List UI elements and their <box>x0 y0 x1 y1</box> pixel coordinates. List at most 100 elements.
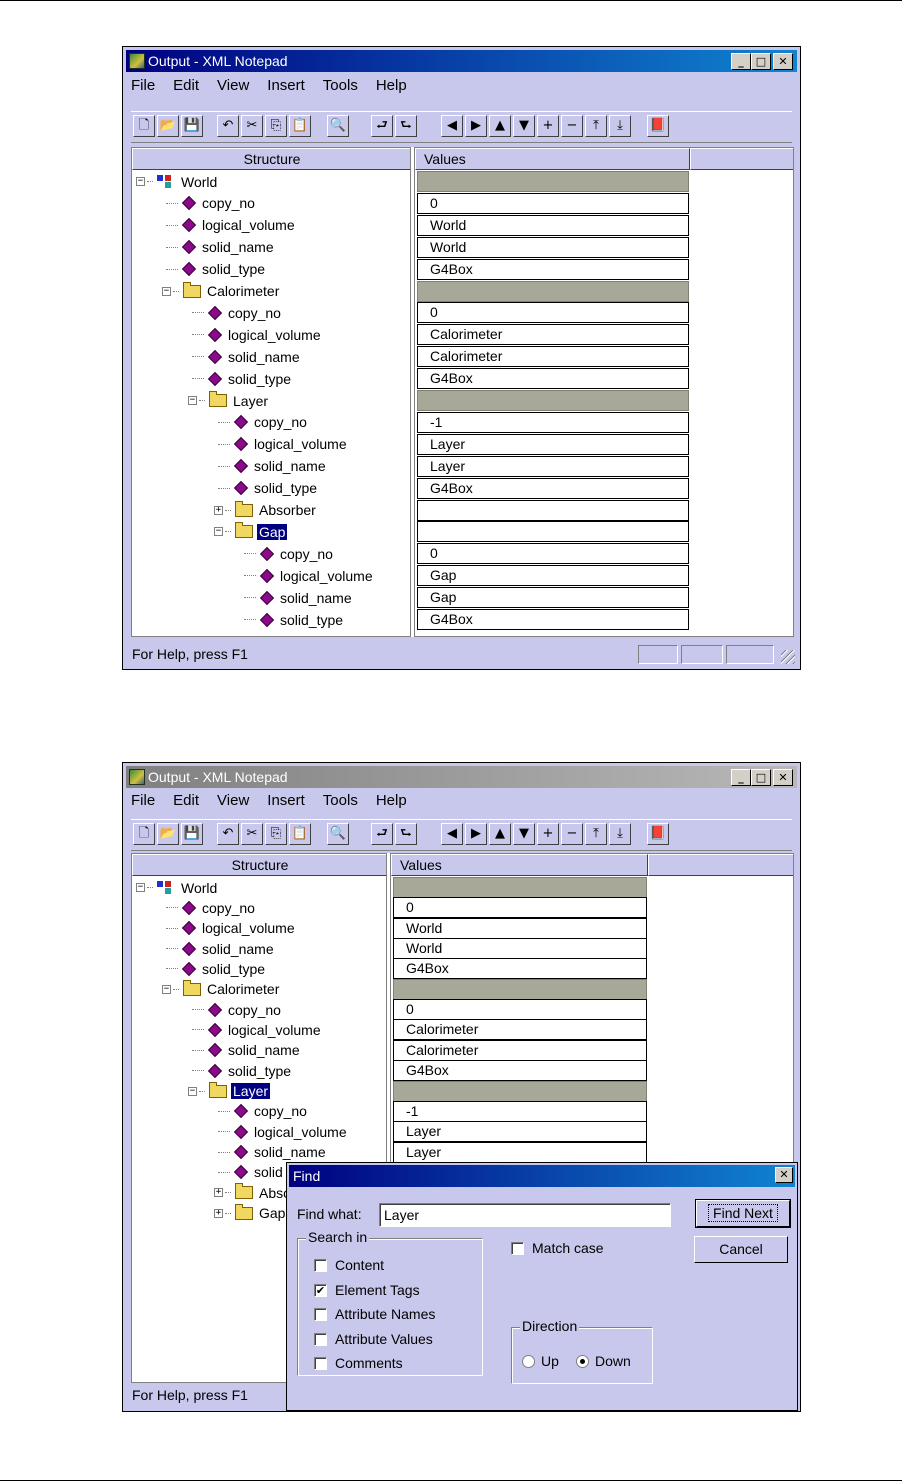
tree-row[interactable]: − Gap <box>214 521 288 542</box>
minimize-button[interactable]: _ <box>731 769 751 786</box>
element-tags-checkbox-box[interactable]: ✔ <box>314 1283 327 1297</box>
attribute-names-checkbox[interactable]: Attribute Names <box>314 1306 435 1322</box>
menu-tools[interactable]: Tools <box>323 77 358 94</box>
find-dialog-close-button[interactable]: ✕ <box>775 1167 793 1183</box>
value-cell[interactable]: -1 <box>417 411 689 433</box>
tree-row[interactable]: logical_volume <box>162 215 297 236</box>
values-column-header[interactable]: Values <box>415 148 690 170</box>
value-cell[interactable]: Calorimeter <box>393 1039 647 1061</box>
find-icon[interactable]: 🔍 <box>327 823 349 845</box>
open-icon[interactable]: 📂 <box>157 823 179 845</box>
down-radio-dot[interactable] <box>576 1354 589 1368</box>
top-align-icon[interactable]: ⤒ <box>585 115 607 137</box>
value-cell[interactable] <box>417 390 689 411</box>
value-cell[interactable] <box>393 877 647 898</box>
attribute-names-checkbox-box[interactable] <box>314 1307 327 1321</box>
tree-row[interactable]: copy_no <box>214 1101 309 1122</box>
menu-file[interactable]: File <box>131 792 155 809</box>
collapse-icon[interactable]: − <box>561 823 583 845</box>
menu-help[interactable]: Help <box>376 77 407 94</box>
extra-column-header[interactable] <box>648 854 793 876</box>
expand-node-icon[interactable]: + <box>214 1208 223 1218</box>
value-cell[interactable]: World <box>417 236 689 258</box>
undo-icon[interactable]: ↶ <box>217 115 239 137</box>
menu-help[interactable]: Help <box>376 792 407 809</box>
value-cell[interactable]: G4Box <box>417 609 689 630</box>
structure-column-header[interactable]: Structure <box>132 854 386 876</box>
collapse-node-icon[interactable]: − <box>214 527 223 537</box>
direction-up-radio[interactable]: Up <box>522 1353 559 1369</box>
move-right-icon[interactable]: ▶ <box>465 115 487 137</box>
menu-insert[interactable]: Insert <box>267 792 305 809</box>
tree-row[interactable]: − Layer <box>188 390 270 411</box>
menu-view[interactable]: View <box>217 77 249 94</box>
value-cell[interactable]: World <box>393 938 647 960</box>
collapse-node-icon[interactable]: − <box>188 1086 197 1096</box>
value-cell[interactable]: G4Box <box>393 958 647 980</box>
tree-row[interactable]: logical_volume <box>240 565 375 586</box>
tree-row[interactable]: logical_volume <box>188 1019 323 1040</box>
tree-row[interactable]: + Abso <box>214 1182 293 1203</box>
close-button[interactable]: ✕ <box>773 769 793 786</box>
insert-element-icon[interactable]: ⮐ <box>371 115 393 137</box>
value-cell[interactable]: G4Box <box>393 1060 647 1082</box>
values-pane[interactable]: Values 0 World World G4Box 0 Calorimeter Calor… <box>414 147 794 637</box>
xml-notepad-app-icon[interactable] <box>129 53 145 69</box>
expand-icon[interactable]: + <box>537 115 559 137</box>
cut-icon[interactable]: ✂ <box>241 823 263 845</box>
tree-row[interactable]: logical_volume <box>162 918 297 939</box>
tree-row[interactable]: solid_name <box>162 237 276 258</box>
new-icon[interactable]: 🗋 <box>133 823 155 845</box>
value-cell[interactable]: 0 <box>417 302 689 324</box>
tree-row[interactable]: solid_name <box>188 346 302 367</box>
value-cell[interactable] <box>417 280 689 302</box>
value-cell[interactable]: Gap <box>417 565 689 587</box>
value-cell[interactable]: Calorimeter <box>393 1019 647 1041</box>
cut-icon[interactable]: ✂ <box>241 115 263 137</box>
menu-insert[interactable]: Insert <box>267 77 305 94</box>
tree-row[interactable]: solid_type <box>162 958 267 979</box>
tree-row[interactable]: copy_no <box>188 302 283 323</box>
structure-pane[interactable]: Structure − World copy_no logical_volume sol… <box>131 147 411 637</box>
tree-row[interactable]: + Gap <box>214 1203 287 1224</box>
value-cell[interactable]: 0 <box>393 999 647 1021</box>
paste-icon[interactable]: 📋 <box>289 115 311 137</box>
top-align-icon[interactable]: ⤒ <box>585 823 607 845</box>
collapse-node-icon[interactable]: − <box>136 883 145 892</box>
attribute-values-checkbox[interactable]: Attribute Values <box>314 1331 433 1347</box>
content-checkbox[interactable]: Content <box>314 1257 384 1273</box>
copy-icon[interactable]: ⎘ <box>265 115 287 137</box>
tree-row[interactable]: solid_name <box>214 1142 328 1163</box>
match-case-checkbox[interactable]: Match case <box>511 1240 604 1256</box>
value-cell[interactable] <box>393 1080 647 1102</box>
collapse-node-icon[interactable]: − <box>136 177 145 186</box>
menu-file[interactable]: File <box>131 77 155 94</box>
expand-icon[interactable]: + <box>537 823 559 845</box>
insert-element-icon[interactable]: ⮐ <box>371 823 393 845</box>
structure-column-header[interactable]: Structure <box>132 148 410 170</box>
resize-grip[interactable] <box>781 650 795 664</box>
save-icon[interactable]: 💾 <box>181 115 203 137</box>
value-cell[interactable]: Calorimeter <box>417 346 689 368</box>
value-cell[interactable]: 0 <box>417 543 689 565</box>
minimize-button[interactable]: _ <box>731 53 751 70</box>
move-up-icon[interactable]: ▲ <box>489 823 511 845</box>
bottom-align-icon[interactable]: ⤓ <box>609 823 631 845</box>
find-dialog-title-bar[interactable]: Find <box>289 1165 795 1187</box>
comments-checkbox[interactable]: Comments <box>314 1355 403 1371</box>
undo-icon[interactable]: ↶ <box>217 823 239 845</box>
move-down-icon[interactable]: ▼ <box>513 823 535 845</box>
tree-row[interactable]: copy_no <box>162 897 257 918</box>
content-checkbox-box[interactable] <box>314 1258 327 1272</box>
find-next-button[interactable]: Find Next <box>695 1199 791 1228</box>
tree-row[interactable]: solid_type <box>240 609 345 630</box>
tree-row[interactable]: logical_volume <box>214 434 349 455</box>
value-cell[interactable]: Calorimeter <box>417 324 689 346</box>
expand-node-icon[interactable]: + <box>214 1188 223 1198</box>
value-cell[interactable]: World <box>393 917 647 939</box>
tree-row[interactable]: − Calorimeter <box>162 979 281 1000</box>
find-icon[interactable]: 🔍 <box>327 115 349 137</box>
copy-icon[interactable]: ⎘ <box>265 823 287 845</box>
direction-down-radio[interactable]: Down <box>576 1353 631 1369</box>
help-book-icon[interactable]: 📕 <box>647 115 669 137</box>
